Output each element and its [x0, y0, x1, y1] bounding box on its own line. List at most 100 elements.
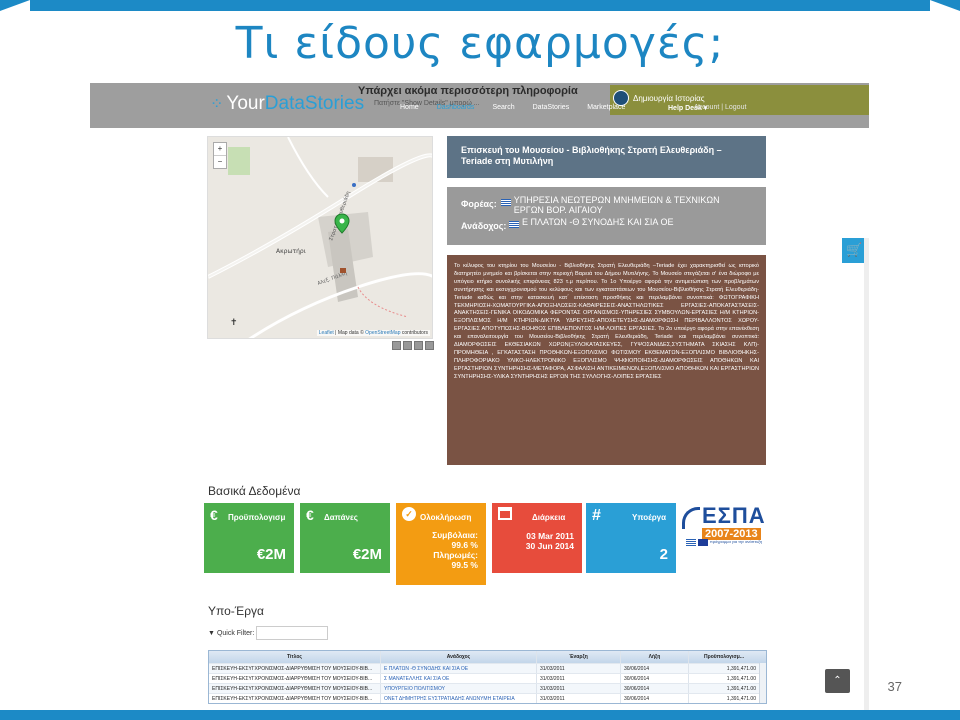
subprojects-table: Τίτλος Ανάδοχος Έναρξη Λήξη Προϋπολογισμ…	[208, 650, 767, 704]
scroll-to-top-button[interactable]: ⌃	[825, 669, 850, 693]
contractor-value[interactable]: Ε ΠΛΑΤΩΝ -Θ ΣΥΝΟΔΗΣ ΚΑΙ ΣΙΑ ΟΕ	[522, 217, 673, 227]
cell-budget: 1,391,471.00	[726, 696, 756, 702]
eu-flag-icon	[698, 539, 708, 546]
location-map[interactable]: Στρατή Ελευθεριάδη Ακρωτήρι Αλεξ. Πάλλη …	[207, 136, 433, 339]
map-tiles: Στρατή Ελευθεριάδη Ακρωτήρι Αλεξ. Πάλλη …	[208, 137, 432, 338]
end-date: 30 Jun 2014	[525, 541, 574, 551]
map-control-1[interactable]	[392, 341, 401, 350]
tile-budget-value: €2M	[256, 546, 286, 563]
table-row[interactable]: ΕΠΙΣΚΕΥΗ-ΕΚΣΥΓΧΡΟΝΙΣΜΟΣ-ΔΙΑΡΡΥΘΜΙΣΗ ΤΟΥ …	[209, 683, 766, 693]
column-header-end[interactable]: Λήξη	[621, 651, 689, 663]
quick-filter: ▼ Quick Filter:	[208, 626, 329, 640]
cell-budget: 1,391,471.00	[726, 686, 756, 692]
table-scrollbar[interactable]	[759, 663, 766, 703]
cell-start: 31/03/2011	[537, 684, 621, 693]
espa-logo: ΕΣΠΑ 2007-2013 πρόγραμμα για την ανάπτυξ…	[682, 503, 772, 549]
map-control-3[interactable]	[414, 341, 423, 350]
logo-dots-icon: ⁘	[210, 96, 224, 113]
map-control-2[interactable]	[403, 341, 412, 350]
cell-title: ΕΠΙΣΚΕΥΗ-ΕΚΣΥΓΧΡΟΝΙΣΜΟΣ-ΔΙΑΡΡΥΘΜΙΣΗ ΤΟΥ …	[209, 664, 381, 673]
tile-expenses: € Δαπάνες €2M	[300, 503, 390, 573]
nav-item-search[interactable]: Search	[492, 104, 514, 111]
cell-start: 31/03/2011	[537, 694, 621, 703]
quick-filter-input[interactable]	[256, 626, 329, 640]
nav-item-dashboards[interactable]: Dashboards	[437, 104, 475, 111]
tile-expenses-value: €2M	[352, 546, 382, 563]
leaflet-link[interactable]: Leaflet	[319, 330, 334, 336]
slide: Τι είδους εφαρμογές; ⁘ YourDataStories Υπ…	[0, 0, 960, 720]
table-row[interactable]: ΕΠΙΣΚΕΥΗ-ΕΚΣΥΓΧΡΟΝΙΣΜΟΣ-ΔΙΑΡΡΥΘΜΙΣΗ ΤΟΥ …	[209, 673, 766, 683]
greek-flag-icon	[686, 539, 696, 546]
espa-subtitle: πρόγραμμα για την ανάπτυξη	[710, 539, 763, 544]
column-header-contractor[interactable]: Ανάδοχος	[381, 651, 537, 663]
map-control-4[interactable]	[425, 341, 434, 350]
nav-item-datastories[interactable]: DataStories	[533, 104, 570, 111]
tile-completion-values: Συμβόλαια: 99.6 % Πληρωμές: 99.5 %	[432, 530, 478, 570]
table-row[interactable]: ΕΠΙΣΚΕΥΗ-ΕΚΣΥΓΧΡΟΝΙΣΜΟΣ-ΔΙΑΡΡΥΘΜΙΣΗ ΤΟΥ …	[209, 693, 766, 703]
calendar-icon	[498, 507, 512, 520]
euro-icon: €	[210, 507, 218, 523]
cell-contractor[interactable]: ΟΝΕΤ ΔΗΜΗΤΡΗΣ ΕΥΣΤΡΑΤΙΑΔΗΣ ΑΝΩΝΥΜΗ ΕΤΑΙΡ…	[381, 694, 537, 703]
tile-subprojects: # Υποέργα 2	[586, 503, 676, 573]
cell-end: 30/06/2014	[621, 674, 689, 683]
osm-link[interactable]: OpenStreetMap	[365, 330, 400, 336]
project-description: Το κέλυφος του κτηρίου του Μουσείου - Βι…	[447, 255, 766, 465]
map-label-akrotiri: Ακρωτήρι	[276, 248, 306, 255]
quick-filter-label: Quick Filter:	[216, 629, 255, 637]
map-zoom-control: + −	[213, 142, 227, 169]
contracts-value: 99.6 %	[451, 540, 478, 550]
cell-start: 31/03/2011	[537, 664, 621, 673]
cell-budget: 1,391,471.00	[726, 676, 756, 682]
map-attr-text: | Map data ©	[333, 330, 366, 336]
tile-duration: Διάρκεια 03 Mar 2011 30 Jun 2014	[492, 503, 582, 573]
page-number: 37	[887, 679, 902, 694]
site-logo[interactable]: ⁘ YourDataStories	[210, 93, 364, 115]
website-screenshot: ⁘ YourDataStories Υπάρχει ακόμα περισσότε…	[90, 83, 869, 710]
account-links[interactable]: Account | Logout	[694, 104, 746, 111]
basic-data-heading: Βασικά Δεδομένα	[208, 484, 301, 498]
espa-swoosh-icon	[682, 507, 700, 529]
cell-contractor[interactable]: ΥΠΟΥΡΓΕΙΟ ΠΟΛΙΤΙΣΜΟΥ	[381, 684, 537, 693]
body-value[interactable]: ΥΠΗΡΕΣΙΑ ΝΕΩΤΕΡΩΝ ΜΝΗΜΕΙΩΝ & ΤΕΧΝΙΚΩΝ ΕΡ…	[514, 195, 752, 215]
cell-end: 30/06/2014	[621, 664, 689, 673]
column-header-title[interactable]: Τίτλος	[209, 651, 381, 663]
cell-title: ΕΠΙΣΚΕΥΗ-ΕΚΣΥΓΧΡΟΝΙΣΜΟΣ-ΔΙΑΡΡΥΘΜΙΣΗ ΤΟΥ …	[209, 674, 381, 683]
subprojects-heading: Υπο-Έργα	[208, 604, 264, 618]
tile-duration-label: Διάρκεια	[532, 513, 566, 522]
contractor-label: Ανάδοχος:	[461, 221, 507, 231]
cell-contractor[interactable]: Ε ΠΛΑΤΩΝ -Θ ΣΥΝΟΔΗΣ ΚΑΙ ΣΙΑ ΟΕ	[381, 664, 537, 673]
cell-start: 31/03/2011	[537, 674, 621, 683]
map-nav-controls	[392, 341, 434, 350]
zoom-out-button[interactable]: −	[214, 155, 226, 168]
cell-end: 30/06/2014	[621, 684, 689, 693]
tile-duration-values: 03 Mar 2011 30 Jun 2014	[526, 531, 574, 551]
zoom-in-button[interactable]: +	[214, 143, 226, 155]
cell-contractor[interactable]: Σ ΜΑΝΑΤΕΛΛΗΣ ΚΑΙ ΣΙΑ ΟΕ	[381, 674, 537, 683]
slide-title: Τι είδους εφαρμογές;	[235, 18, 725, 69]
start-date: 03 Mar 2011	[526, 531, 574, 541]
map-attr-end: contributors	[400, 330, 428, 336]
cell-title: ΕΠΙΣΚΕΥΗ-ΕΚΣΥΓΧΡΟΝΙΣΜΟΣ-ΔΙΑΡΡΥΘΜΙΣΗ ΤΟΥ …	[209, 684, 381, 693]
tile-completion: ✓ Ολοκλήρωση Συμβόλαια: 99.6 % Πληρωμές:…	[396, 503, 486, 585]
payments-label: Πληρωμές:	[433, 550, 478, 560]
page-scrollbar[interactable]	[864, 238, 869, 710]
tile-completion-label: Ολοκλήρωση	[420, 513, 472, 522]
bottom-accent-bar	[0, 710, 960, 720]
check-icon: ✓	[402, 507, 416, 521]
info-overlay-title: Υπάρχει ακόμα περισσότερη πληροφορία	[358, 85, 578, 97]
greek-flag-icon	[509, 221, 519, 228]
cell-budget: 1,391,471.00	[726, 666, 756, 672]
table-header: Τίτλος Ανάδοχος Έναρξη Λήξη Προϋπολογισμ…	[209, 651, 766, 663]
map-attribution: Leaflet | Map data © OpenStreetMap contr…	[316, 330, 430, 336]
main-nav: Home Dashboards Search DataStories Marke…	[400, 104, 625, 111]
cell-end: 30/06/2014	[621, 694, 689, 703]
column-header-start[interactable]: Έναρξη	[537, 651, 621, 663]
column-header-budget[interactable]: Προϋπολογισμ...	[689, 651, 759, 663]
nav-item-home[interactable]: Home	[400, 104, 419, 111]
tile-budget: € Προϋπολογισμ €2M	[204, 503, 294, 573]
svg-text:✝: ✝	[230, 318, 238, 328]
filter-icon: ▼	[208, 629, 215, 637]
table-row[interactable]: ΕΠΙΣΚΕΥΗ-ΕΚΣΥΓΧΡΟΝΙΣΜΟΣ-ΔΙΑΡΡΥΘΜΙΣΗ ΤΟΥ …	[209, 663, 766, 673]
project-title: Επισκευή του Μουσείου - Βιβλιοθήκης Στρα…	[447, 136, 766, 178]
story-icon	[613, 90, 629, 106]
